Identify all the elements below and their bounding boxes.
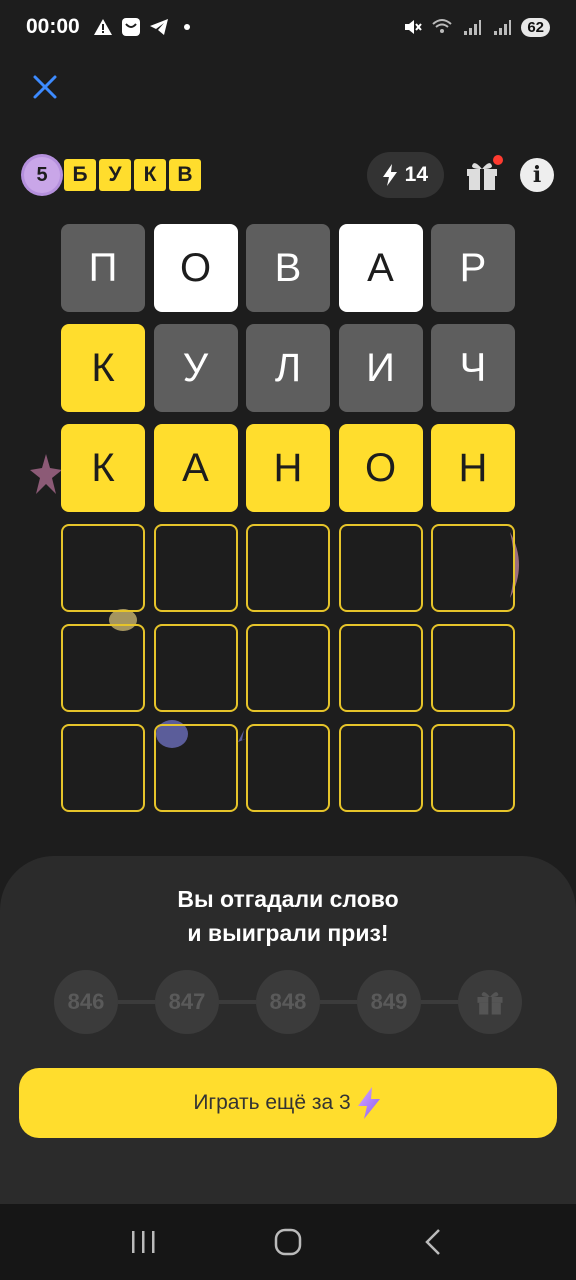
empty-tile — [153, 524, 238, 612]
play-again-label: Играть ещё за 3 — [193, 1091, 351, 1114]
progress-step: 847 — [155, 970, 219, 1034]
back-icon — [425, 1229, 441, 1255]
recent-apps-icon — [131, 1231, 155, 1253]
star-decoration — [30, 454, 62, 494]
letter-tile: В — [246, 224, 330, 312]
empty-tile — [431, 524, 515, 612]
empty-tile — [61, 724, 145, 812]
empty-tile — [246, 624, 330, 712]
gift-button[interactable] — [464, 155, 503, 193]
result-panel: Вы отгадали слово и выиграли приз! 846 84… — [0, 856, 576, 1204]
status-bar: 00:00 62 — [0, 0, 576, 54]
logo-letter: Б — [64, 159, 96, 191]
status-notification-icons — [92, 16, 198, 38]
game-logo: 5 БУКВ — [24, 157, 201, 193]
dot-icon — [176, 16, 198, 38]
signal-icon — [491, 16, 513, 38]
word-grid: ПОВАРКУЛИЧКАНОН — [61, 224, 515, 812]
back-button[interactable] — [408, 1217, 458, 1267]
logo-letter: К — [134, 159, 166, 191]
empty-tile — [246, 524, 330, 612]
logo-number: 5 — [24, 157, 60, 193]
result-title-line2: и выиграли приз! — [187, 920, 389, 946]
signal-icon — [461, 16, 483, 38]
empty-tile — [246, 724, 330, 812]
prize-progress: 846 847 848 849 — [54, 970, 522, 1034]
recent-apps-button[interactable] — [118, 1217, 168, 1267]
progress-step: 849 — [357, 970, 421, 1034]
empty-tile — [338, 524, 423, 612]
home-button[interactable] — [263, 1217, 313, 1267]
app-notification-icon — [120, 16, 142, 38]
progress-step: 848 — [256, 970, 320, 1034]
warning-icon — [92, 16, 114, 38]
letter-tile: У — [153, 324, 238, 412]
battery-level: 62 — [521, 17, 550, 37]
game-header: 5 БУКВ 14 i — [24, 150, 554, 200]
progress-prize-step — [458, 970, 522, 1034]
mute-icon — [401, 16, 423, 38]
letter-tile: К — [61, 324, 145, 412]
energy-counter[interactable]: 14 — [366, 152, 444, 198]
progress-step: 846 — [54, 970, 118, 1034]
close-icon — [33, 75, 57, 99]
info-button[interactable]: i — [520, 158, 554, 192]
letter-tile: П — [61, 224, 145, 312]
empty-tile — [338, 624, 423, 712]
logo-letter: В — [169, 159, 201, 191]
progress-connector — [118, 1000, 155, 1004]
letter-tile: О — [338, 424, 423, 512]
empty-tile — [153, 624, 238, 712]
letter-tile: А — [153, 424, 238, 512]
progress-connector — [320, 1000, 357, 1004]
telegram-icon — [148, 16, 170, 38]
letter-tile: А — [338, 224, 423, 312]
wifi-icon — [431, 16, 453, 38]
empty-tile — [61, 624, 145, 712]
logo-letter: У — [99, 159, 131, 191]
close-button[interactable] — [28, 70, 62, 104]
letter-tile: К — [61, 424, 145, 512]
letter-tile: Н — [246, 424, 330, 512]
gift-icon — [477, 992, 503, 1015]
letter-tile: О — [153, 224, 238, 312]
letter-tile: Н — [431, 424, 515, 512]
result-title-line1: Вы отгадали слово — [177, 886, 399, 912]
progress-connector — [219, 1000, 256, 1004]
letter-tile: Л — [246, 324, 330, 412]
letter-tile: Ч — [431, 324, 515, 412]
notification-dot — [493, 155, 503, 165]
system-nav-bar — [0, 1204, 576, 1280]
empty-tile — [338, 724, 423, 812]
play-again-button[interactable]: Играть ещё за 3 — [19, 1068, 557, 1138]
info-icon: i — [532, 162, 542, 188]
empty-tile — [61, 524, 145, 612]
energy-count: 14 — [404, 163, 428, 186]
letter-tile: Р — [431, 224, 515, 312]
home-icon — [274, 1228, 302, 1256]
lightning-icon — [382, 164, 397, 186]
logo-word: БУКВ — [64, 159, 201, 191]
empty-tile — [431, 724, 515, 812]
empty-tile — [153, 724, 238, 812]
lightning-icon — [357, 1087, 380, 1119]
status-time: 00:00 — [26, 15, 80, 38]
progress-connector — [421, 1000, 458, 1004]
empty-tile — [431, 624, 515, 712]
letter-tile: И — [338, 324, 423, 412]
